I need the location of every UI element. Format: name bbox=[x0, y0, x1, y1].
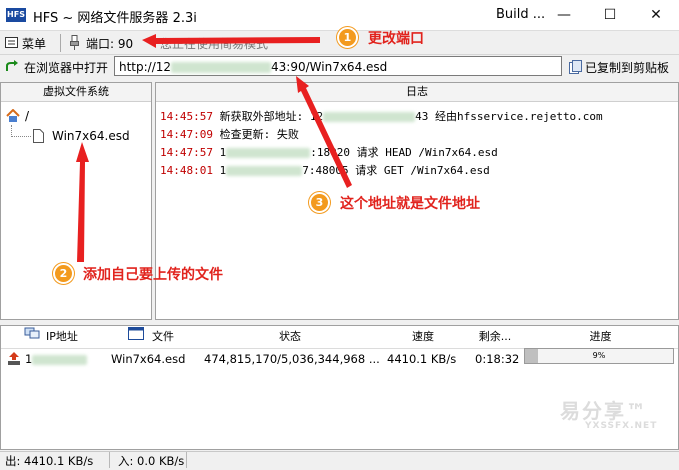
annotation-text-2: 添加自己要上传的文件 bbox=[83, 267, 223, 283]
annotation-badge-1: 1 bbox=[337, 27, 358, 48]
arrow-3 bbox=[296, 76, 352, 188]
arrow-1 bbox=[142, 34, 320, 48]
annotation-arrows bbox=[76, 34, 352, 262]
annotation-badge-2: 2 bbox=[53, 263, 74, 284]
annotation-badge-3: 3 bbox=[309, 192, 330, 213]
arrow-2 bbox=[76, 142, 89, 262]
annotation-text-1: 更改端口 bbox=[368, 31, 424, 47]
annotation-text-3: 这个地址就是文件地址 bbox=[340, 196, 480, 212]
